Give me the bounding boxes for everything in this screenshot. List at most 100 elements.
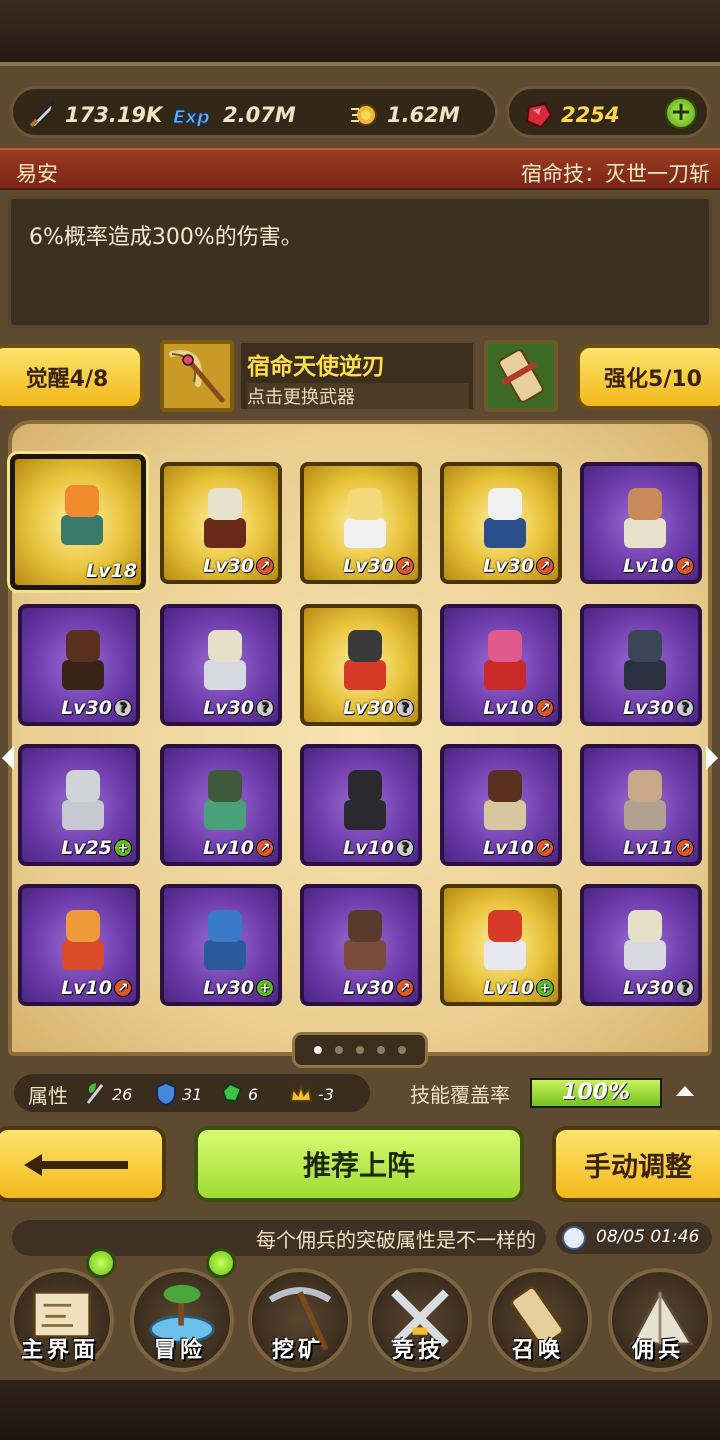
level-tag: Lv30 ↗: [343, 554, 414, 578]
notification-dot: [86, 1248, 116, 1278]
scroll-slot[interactable]: [484, 340, 558, 412]
mercenary-card[interactable]: Lv30 ↗: [300, 462, 422, 584]
mercenary-card[interactable]: Lv30 ↗: [440, 462, 562, 584]
portrait-body: [624, 518, 666, 548]
upgrade-icon: ↗: [536, 699, 554, 717]
question-icon: ?: [396, 699, 414, 717]
attribute-label: 属性: [28, 1084, 68, 1108]
portrait-body: [61, 515, 103, 545]
upgrade-icon: ↗: [676, 839, 694, 857]
hero-name-strip: 易安 宿命技：灭世一刀斩: [0, 148, 720, 190]
awaken-button[interactable]: 觉醒4/8: [0, 344, 144, 410]
level-text: Lv10: [623, 555, 674, 577]
upgrade-icon: ↗: [396, 557, 414, 575]
page-indicator: [292, 1032, 428, 1068]
mercenary-portrait: [340, 910, 390, 972]
level-text: Lv10: [483, 697, 534, 719]
nav-item[interactable]: 竞技: [360, 1262, 476, 1378]
mercenary-card[interactable]: Lv10?: [300, 744, 422, 866]
attack-value: 173.19K: [65, 103, 163, 127]
page-dot[interactable]: [377, 1046, 385, 1054]
gems: 2254: [523, 101, 619, 129]
mercenary-card[interactable]: Lv30?: [580, 604, 702, 726]
skill-description: 6%概率造成300%的伤害。: [29, 225, 303, 250]
portrait-head: [208, 630, 242, 662]
page-dot[interactable]: [335, 1046, 343, 1054]
portrait-body: [484, 940, 526, 970]
portrait-head: [348, 488, 382, 520]
currency-bar: 173.19K Exp 2.07M 1.62M: [10, 86, 498, 138]
emerald-icon: [221, 1082, 243, 1103]
add-gems-button[interactable]: +: [665, 97, 697, 129]
mercenary-card[interactable]: Lv10 +: [440, 884, 562, 1006]
portrait-body: [204, 660, 246, 690]
portrait-head: [348, 770, 382, 802]
change-weapon-hint: 点击更换武器: [247, 383, 469, 409]
portrait-head: [208, 488, 242, 520]
mercenary-card[interactable]: Lv10 ↗: [18, 884, 140, 1006]
mercenary-card[interactable]: Lv11 ↗: [580, 744, 702, 866]
nav-item[interactable]: 冒险: [122, 1248, 238, 1378]
mercenary-card[interactable]: Lv30 ↗: [300, 884, 422, 1006]
attribute-bar: 属性 26 31 6 -3: [14, 1074, 370, 1112]
page-dot[interactable]: [356, 1046, 364, 1054]
bottom-background: [0, 1380, 720, 1440]
portrait-head: [488, 488, 522, 520]
enhance-button[interactable]: 强化5/10: [576, 344, 720, 410]
portrait-head: [66, 910, 100, 942]
portrait-head: [348, 910, 382, 942]
portrait-body: [344, 518, 386, 548]
mercenary-card[interactable]: Lv18: [10, 454, 146, 590]
level-tag: Lv30?: [623, 976, 694, 1000]
portrait-body: [624, 800, 666, 830]
mercenary-card[interactable]: Lv10 ↗: [440, 744, 562, 866]
upgrade-icon: ↗: [676, 557, 694, 575]
level-tag: Lv30 ↗: [203, 554, 274, 578]
portrait-head: [208, 910, 242, 942]
mercenary-card[interactable]: Lv30?: [300, 604, 422, 726]
tip-text: 每个佣兵的突破属性是不一样的: [256, 1228, 536, 1252]
mercenary-card[interactable]: Lv10 ↗: [580, 462, 702, 584]
portrait-head: [488, 630, 522, 662]
nav-item[interactable]: 召唤: [480, 1262, 596, 1378]
mercenary-card[interactable]: Lv30 ↗: [160, 462, 282, 584]
mercenary-portrait: [620, 630, 670, 692]
page-dot[interactable]: [398, 1046, 406, 1054]
level-text: Lv30: [203, 977, 254, 999]
mercenary-card[interactable]: Lv30?: [580, 884, 702, 1006]
nav-label: 挖矿: [271, 1338, 324, 1363]
mercenary-card[interactable]: Lv10 ↗: [440, 604, 562, 726]
question-icon: ?: [396, 839, 414, 857]
portrait-head: [628, 910, 662, 942]
nav-item[interactable]: 挖矿: [240, 1262, 356, 1378]
level-tag: Lv30?: [61, 696, 132, 720]
back-button[interactable]: [0, 1126, 166, 1202]
level-text: Lv30: [343, 555, 394, 577]
recommend-deploy-button[interactable]: 推荐上阵: [194, 1126, 524, 1202]
crown-icon: [289, 1082, 313, 1102]
mercenary-card[interactable]: Lv10 ↗: [160, 744, 282, 866]
nav-item[interactable]: 佣兵: [600, 1262, 716, 1378]
add-icon: +: [536, 979, 554, 997]
page-dot[interactable]: [314, 1046, 322, 1054]
weapon-info[interactable]: 宿命天使逆刃 点击更换武器: [238, 340, 476, 412]
skill-description-box: 6%概率造成300%的伤害。: [8, 196, 712, 328]
nav-label: 召唤: [511, 1338, 564, 1363]
gem-bar: 2254 +: [506, 86, 710, 138]
clock: 08/05 01:46: [556, 1222, 712, 1254]
mercenary-card[interactable]: Lv30 +: [160, 884, 282, 1006]
nav-item[interactable]: 主界面: [2, 1248, 118, 1378]
mercenary-portrait: [57, 485, 107, 547]
mercenary-card[interactable]: Lv30?: [160, 604, 282, 726]
mercenary-card[interactable]: Lv25 +: [18, 744, 140, 866]
mercenary-card[interactable]: Lv30?: [18, 604, 140, 726]
portrait-body: [204, 940, 246, 970]
weapon-slot[interactable]: [160, 340, 234, 412]
mercenary-portrait: [340, 630, 390, 692]
mercenary-portrait: [620, 488, 670, 550]
bottom-navigation: 主界面 冒险 挖矿 竞技 召唤 佣兵: [0, 1248, 720, 1378]
notification-dot: [206, 1248, 236, 1278]
portrait-body: [624, 940, 666, 970]
manual-adjust-button[interactable]: 手动调整: [552, 1126, 720, 1202]
skill-coverage-bar: 100%: [530, 1078, 662, 1108]
